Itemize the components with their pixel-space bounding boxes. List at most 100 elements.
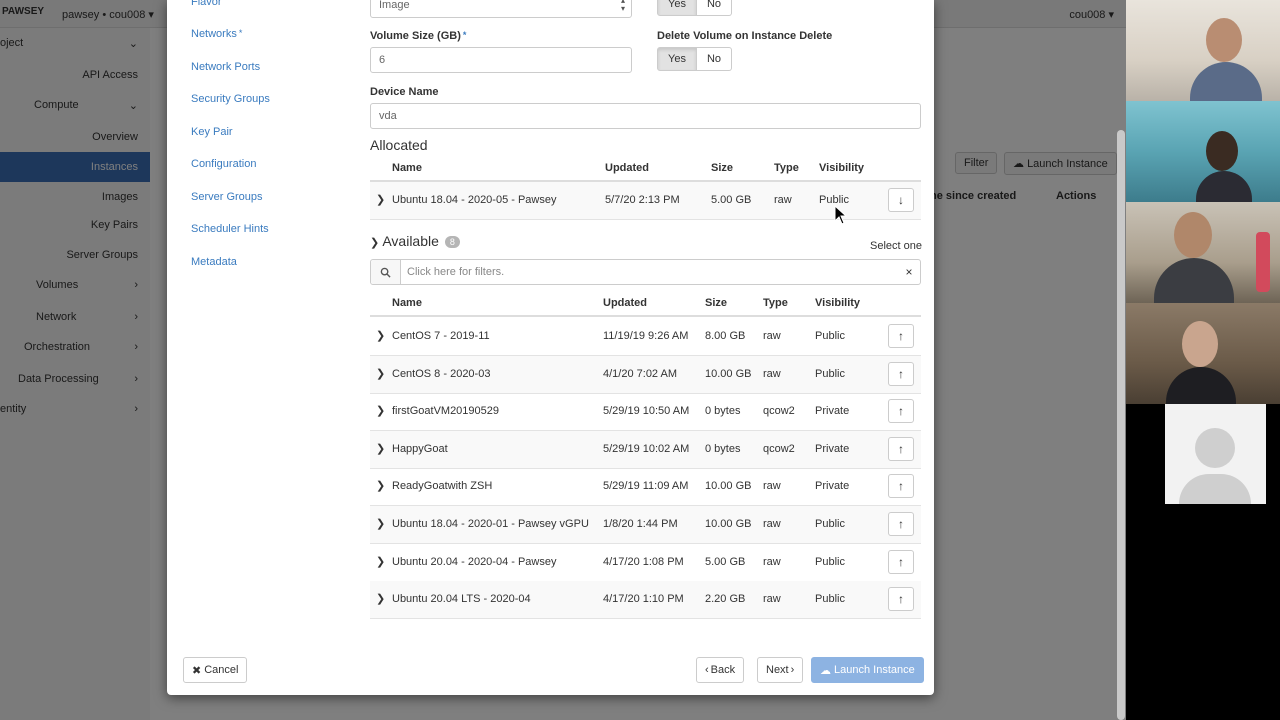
launch-instance-submit-button[interactable]: ☁ Launch Instance [811, 657, 924, 683]
wizard-step-metadata[interactable]: Metadata [191, 256, 237, 268]
participant-video-3[interactable] [1126, 202, 1280, 303]
arrow-up-icon: ↑ [898, 329, 904, 343]
available-row[interactable]: ❯ Ubuntu 20.04 LTS - 2020-04 4/17/20 1:10 … [370, 581, 921, 619]
participant-video-4[interactable] [1126, 303, 1280, 404]
available-row[interactable]: ❯ CentOS 8 - 2020-03 4/1/20 7:02 AM 10.00 G… [370, 356, 921, 394]
chevron-right-icon[interactable]: ❯ [376, 517, 385, 530]
deallocate-button[interactable]: ↓ [888, 188, 914, 212]
allocate-button[interactable]: ↑ [888, 437, 914, 461]
chevron-down-icon: ❯ [370, 237, 380, 249]
allocated-table-header: Name Updated Size Type Visibility [370, 152, 921, 182]
wizard-step-flavor[interactable]: Flavor [191, 0, 222, 8]
chevron-right-icon[interactable]: ❯ [376, 555, 385, 568]
image-visibility: Private [815, 405, 850, 417]
chevron-right-icon[interactable]: ❯ [376, 367, 385, 380]
header-name[interactable]: Name [392, 162, 422, 174]
header-type[interactable]: Type [763, 297, 788, 309]
delete-volume-toggle: Yes No [657, 47, 733, 71]
available-title[interactable]: ❯ Available 8 [370, 233, 460, 249]
arrow-up-icon: ↑ [898, 442, 904, 456]
device-name-input[interactable]: vda [370, 103, 921, 129]
allocate-button[interactable]: ↑ [888, 587, 914, 611]
allocate-button[interactable]: ↑ [888, 550, 914, 574]
filter-input[interactable]: Click here for filters. [401, 266, 898, 278]
chevron-right-icon[interactable]: ❯ [376, 193, 385, 206]
cancel-button[interactable]: ✖ Cancel [183, 657, 248, 683]
page-scrollbar[interactable] [1117, 130, 1125, 720]
image-updated: 4/1/20 7:02 AM [603, 368, 677, 380]
chevron-right-icon[interactable]: ❯ [376, 592, 385, 605]
create-volume-toggle: Yes No [657, 0, 733, 16]
delete-volume-no-button[interactable]: No [696, 47, 733, 71]
create-volume-yes-button[interactable]: Yes [657, 0, 697, 16]
wizard-step-security-groups[interactable]: Security Groups [191, 93, 270, 105]
header-size[interactable]: Size [711, 162, 733, 174]
participant-video-1[interactable] [1126, 0, 1280, 101]
allocate-button[interactable]: ↑ [888, 362, 914, 386]
wizard-step-label: Metadata [191, 256, 237, 268]
device-name-value: vda [379, 110, 397, 122]
header-type[interactable]: Type [774, 162, 799, 174]
launch-instance-modal: Flavor Networks * Network Ports Security Gro… [167, 0, 934, 695]
wizard-step-network-ports[interactable]: Network Ports [191, 61, 260, 73]
wizard-step-label: Configuration [191, 158, 257, 170]
chevron-right-icon[interactable]: ❯ [376, 329, 385, 342]
image-size: 0 bytes [705, 405, 741, 417]
header-visibility[interactable]: Visibility [815, 297, 860, 309]
allocate-button[interactable]: ↑ [888, 474, 914, 498]
header-size[interactable]: Size [705, 297, 727, 309]
next-button[interactable]: Next › [757, 657, 804, 683]
header-visibility[interactable]: Visibility [819, 162, 864, 174]
wizard-step-scheduler-hints[interactable]: Scheduler Hints [191, 223, 269, 235]
available-row[interactable]: ❯ Ubuntu 20.04 - 2020-04 - Pawsey 4/17/20 … [370, 544, 921, 582]
image-type: raw [763, 368, 781, 380]
available-row[interactable]: ❯ firstGoatVM20190529 5/29/19 10:50 AM 0 by… [370, 393, 921, 431]
available-row[interactable]: ❯ ReadyGoatwith ZSH 5/29/19 11:09 AM 10.00 … [370, 468, 921, 506]
image-name: CentOS 8 - 2020-03 [392, 368, 491, 380]
volume-size-label-text: Volume Size (GB) [370, 30, 461, 42]
image-type: raw [763, 480, 781, 492]
back-label: Back [710, 664, 736, 676]
available-row[interactable]: ❯ HappyGoat 5/29/19 10:02 AM 0 bytes qcow2 Pr… [370, 431, 921, 469]
chevron-right-icon[interactable]: ❯ [376, 479, 385, 492]
required-mark: * [462, 30, 467, 40]
search-icon[interactable] [371, 260, 401, 284]
wizard-step-server-groups[interactable]: Server Groups [191, 191, 263, 203]
participant-video-2[interactable] [1126, 101, 1280, 202]
chevron-right-icon[interactable]: ❯ [376, 442, 385, 455]
close-icon[interactable]: × [898, 265, 920, 279]
filter-bar[interactable]: Click here for filters. × [370, 259, 921, 285]
header-name[interactable]: Name [392, 297, 422, 309]
required-mark: * [238, 28, 243, 38]
allocate-button[interactable]: ↑ [888, 512, 914, 536]
header-updated[interactable]: Updated [605, 162, 649, 174]
arrow-up-icon: ↑ [898, 592, 904, 606]
wizard-step-networks[interactable]: Networks * [191, 28, 242, 40]
image-size: 0 bytes [705, 443, 741, 455]
wizard-step-configuration[interactable]: Configuration [191, 158, 256, 170]
available-row[interactable]: ❯ Ubuntu 18.04 - 2020-01 - Pawsey vGPU 1/8… [370, 506, 921, 544]
available-count-badge: 8 [444, 236, 460, 249]
delete-volume-yes-button[interactable]: Yes [657, 47, 697, 71]
image-size: 2.20 GB [705, 593, 746, 605]
available-row[interactable]: ❯ CentOS 7 - 2019-11 11/19/19 9:26 AM 8.00 … [370, 318, 921, 356]
create-volume-no-button[interactable]: No [696, 0, 733, 16]
wizard-step-key-pair[interactable]: Key Pair [191, 126, 233, 138]
image-name: ReadyGoatwith ZSH [392, 480, 493, 492]
image-name: HappyGoat [392, 443, 448, 455]
allocate-button[interactable]: ↑ [888, 324, 914, 348]
image-name: CentOS 7 - 2019-11 [392, 330, 490, 342]
image-visibility: Public [815, 556, 845, 568]
allocate-button[interactable]: ↑ [888, 399, 914, 423]
volume-size-input[interactable]: 6 [370, 47, 632, 73]
select-arrows-icon: ▴ ▾ [620, 0, 625, 13]
boot-source-select[interactable]: Image ▴ ▾ [370, 0, 632, 18]
image-type: raw [774, 194, 792, 206]
back-button[interactable]: ‹ Back [696, 657, 745, 683]
participant-avatar-placeholder[interactable] [1165, 404, 1266, 504]
image-name: Ubuntu 18.04 - 2020-01 - Pawsey vGPU [392, 518, 589, 530]
available-title-text: Available [382, 233, 439, 249]
chevron-right-icon[interactable]: ❯ [376, 404, 385, 417]
cloud-upload-icon: ☁ [820, 664, 831, 677]
header-updated[interactable]: Updated [603, 297, 647, 309]
